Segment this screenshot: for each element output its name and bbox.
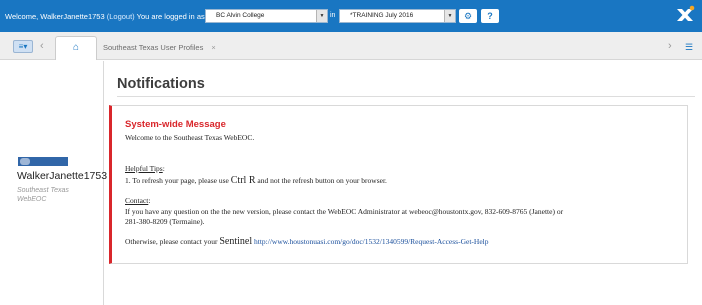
user-panel: WalkerJanette1753 Southeast Texas WebEOC [0, 61, 108, 305]
settings-button[interactable]: ⚙ [459, 9, 477, 23]
contact-colon: : [148, 196, 151, 205]
gear-icon: ⚙ [463, 11, 473, 21]
menu-button[interactable]: ≡▾ [13, 40, 33, 53]
help-icon: ? [487, 11, 493, 21]
org-line-2: WebEOC [17, 196, 47, 203]
top-bar: Welcome, WalkerJanette1753 (Logout) You … [0, 0, 702, 32]
welcome-text: Welcome, WalkerJanette1753 (Logout) You … [5, 12, 205, 21]
org-line-1: Southeast Texas [17, 187, 69, 194]
logged-in-as-label: You are logged in as [136, 12, 205, 21]
tip-shortcut: Ctrl R [230, 175, 256, 186]
help-button[interactable]: ? [481, 9, 499, 23]
contact-heading-label: Contact [125, 196, 149, 205]
otherwise-line: Otherwise, please contact your Sentinel … [125, 236, 488, 247]
logout-link[interactable]: (Logout) [107, 12, 135, 21]
message-title: System-wide Message [125, 119, 226, 130]
welcome-user: Welcome, WalkerJanette1753 [5, 12, 105, 21]
position-value: BC Alvin College [216, 12, 265, 19]
contact-line-2: 281-380-8209 (Termaine). [125, 217, 205, 226]
chevron-down-icon[interactable]: ▼ [444, 10, 455, 22]
tip-text-b: and not the refresh button on your brows… [255, 176, 387, 185]
contact-line-1: If you have any question on the the new … [125, 207, 564, 216]
position-select[interactable]: BC Alvin College ▼ [205, 9, 328, 23]
chevron-right-icon[interactable]: › [668, 40, 672, 52]
organization-logo [18, 157, 68, 166]
webeoc-logo-icon[interactable] [675, 5, 695, 25]
tab-home[interactable]: ⌂ [55, 36, 97, 60]
tab-bar: ≡▾ ‹ ⌂ Southeast Texas User Profiles × ›… [0, 32, 702, 60]
otherwise-prefix: Otherwise, please contact your [125, 237, 220, 246]
in-label: in [330, 12, 336, 19]
page-title: Notifications [117, 76, 205, 92]
close-icon[interactable]: × [211, 43, 215, 52]
username: WalkerJanette1753 [17, 170, 108, 182]
sentinel-link[interactable]: http://www.houstonuasi.com/go/doc/1532/1… [254, 237, 488, 246]
tab-label: Southeast Texas User Profiles [103, 43, 204, 52]
tip-text-a: 1. To refresh your page, please use [125, 176, 231, 185]
tip-item-1: 1. To refresh your page, please use Ctrl… [125, 175, 387, 186]
tips-colon: : [162, 164, 165, 173]
home-icon: ⌂ [72, 42, 80, 53]
welcome-line: Welcome to the Southeast Texas WebEOC. [125, 133, 255, 142]
chevron-left-icon[interactable]: ‹ [40, 40, 44, 52]
contact-heading: Contact: [125, 196, 150, 205]
tab-southeast-texas-user-profiles[interactable]: Southeast Texas User Profiles × [103, 43, 216, 52]
menu-icon: ≡▾ [18, 42, 28, 51]
tips-heading: Helpful Tips: [125, 164, 165, 173]
system-message-card: System-wide Message Welcome to the South… [109, 105, 688, 264]
tips-heading-label: Helpful Tips [125, 164, 163, 173]
list-icon[interactable]: ☰ [685, 41, 693, 53]
chevron-down-icon[interactable]: ▼ [316, 10, 327, 22]
title-divider [117, 96, 695, 97]
incident-select[interactable]: *TRAINING July 2016 ▼ [339, 9, 456, 23]
incident-value: *TRAINING July 2016 [350, 12, 414, 19]
organization-name: Southeast Texas WebEOC [17, 186, 97, 204]
seal-icon [20, 158, 30, 165]
sentinel-label: Sentinel [219, 236, 253, 247]
